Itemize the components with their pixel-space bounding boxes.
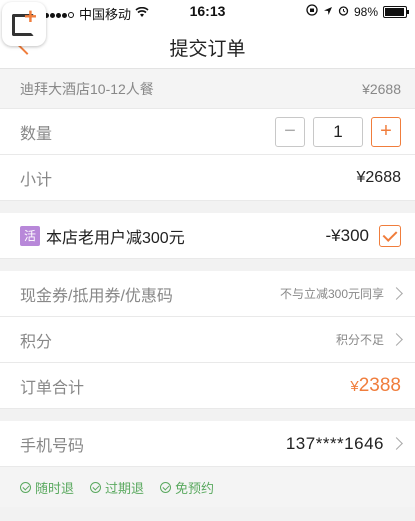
promotion-info: 活 本店老用户减300元	[20, 224, 185, 248]
increase-button[interactable]: +	[371, 116, 401, 147]
coupon-label: 现金券/抵用券/优惠码	[20, 287, 173, 305]
quantity-value[interactable]: 1	[313, 116, 363, 147]
check-circle-icon	[160, 481, 172, 493]
battery-icon	[383, 5, 409, 18]
phone-label: 手机号码	[20, 437, 85, 455]
order-total-value: ¥2388	[350, 375, 401, 397]
status-right: 98%	[306, 4, 409, 19]
subtotal-label: 小计	[20, 171, 53, 189]
promotion-right: -¥300	[325, 224, 401, 247]
promotion-text: 本店老用户减300元	[46, 229, 185, 247]
app-logo-icon: +	[2, 2, 46, 46]
section-gap	[0, 201, 415, 213]
page-title: 提交订单	[169, 39, 246, 60]
guarantee-item: 过期退	[90, 478, 144, 497]
promotion-row[interactable]: 活 本店老用户减300元 -¥300	[0, 213, 415, 259]
guarantee-label: 过期退	[105, 480, 145, 496]
coupon-row[interactable]: 现金券/抵用券/优惠码 不与立减300元同享	[0, 271, 415, 317]
product-name: 迪拜大酒店10-12人餐	[20, 80, 154, 97]
promo-badge-icon: 活	[20, 225, 40, 246]
currency-symbol: ¥	[350, 377, 359, 395]
section-gap	[0, 259, 415, 271]
coupon-hint: 不与立减300元同享	[279, 287, 384, 301]
points-row[interactable]: 积分 积分不足	[0, 317, 415, 363]
phone-number: 137****1646	[285, 433, 384, 453]
phone-row[interactable]: 手机号码 137****1646	[0, 421, 415, 467]
screen-lock-icon	[306, 4, 318, 19]
phone-right: 137****1646	[285, 433, 403, 454]
alarm-icon	[338, 5, 349, 19]
guarantee-bar: 随时退 过期退 免预约	[0, 467, 415, 507]
check-circle-icon	[20, 481, 31, 493]
order-total-amount: 2388	[358, 374, 401, 396]
status-bar: 中国移动 16:13 98%	[0, 0, 415, 22]
guarantee-item: 免预约	[160, 478, 214, 497]
guarantee-item: 随时退	[20, 478, 74, 497]
promotion-discount: -¥300	[325, 225, 369, 245]
decrease-button[interactable]: −	[275, 116, 305, 147]
quantity-label: 数量	[20, 125, 53, 143]
order-total-row: 订单合计 ¥2388	[0, 363, 415, 409]
points-hint: 积分不足	[335, 333, 384, 347]
quantity-stepper: − 1 +	[275, 116, 401, 147]
points-right: 积分不足	[335, 331, 403, 348]
guarantee-label: 随时退	[35, 480, 75, 496]
chevron-right-icon	[390, 287, 403, 300]
nav-bar: 提交订单	[0, 22, 415, 69]
section-gap	[0, 409, 415, 421]
product-row: 迪拜大酒店10-12人餐 ¥2688	[0, 69, 415, 109]
subtotal-value: ¥2688	[356, 168, 402, 186]
quantity-row: 数量 − 1 +	[0, 109, 415, 155]
check-circle-icon	[90, 481, 102, 493]
promotion-checkbox[interactable]	[379, 224, 401, 247]
chevron-right-icon	[390, 437, 403, 450]
points-label: 积分	[20, 333, 53, 351]
order-total-label: 订单合计	[20, 379, 85, 397]
chevron-right-icon	[390, 333, 403, 346]
battery-percent: 98%	[353, 4, 378, 19]
product-price: ¥2688	[362, 80, 401, 97]
location-icon	[323, 5, 333, 19]
coupon-right: 不与立减300元同享	[279, 285, 403, 302]
guarantee-label: 免预约	[175, 480, 215, 496]
subtotal-row: 小计 ¥2688	[0, 155, 415, 201]
